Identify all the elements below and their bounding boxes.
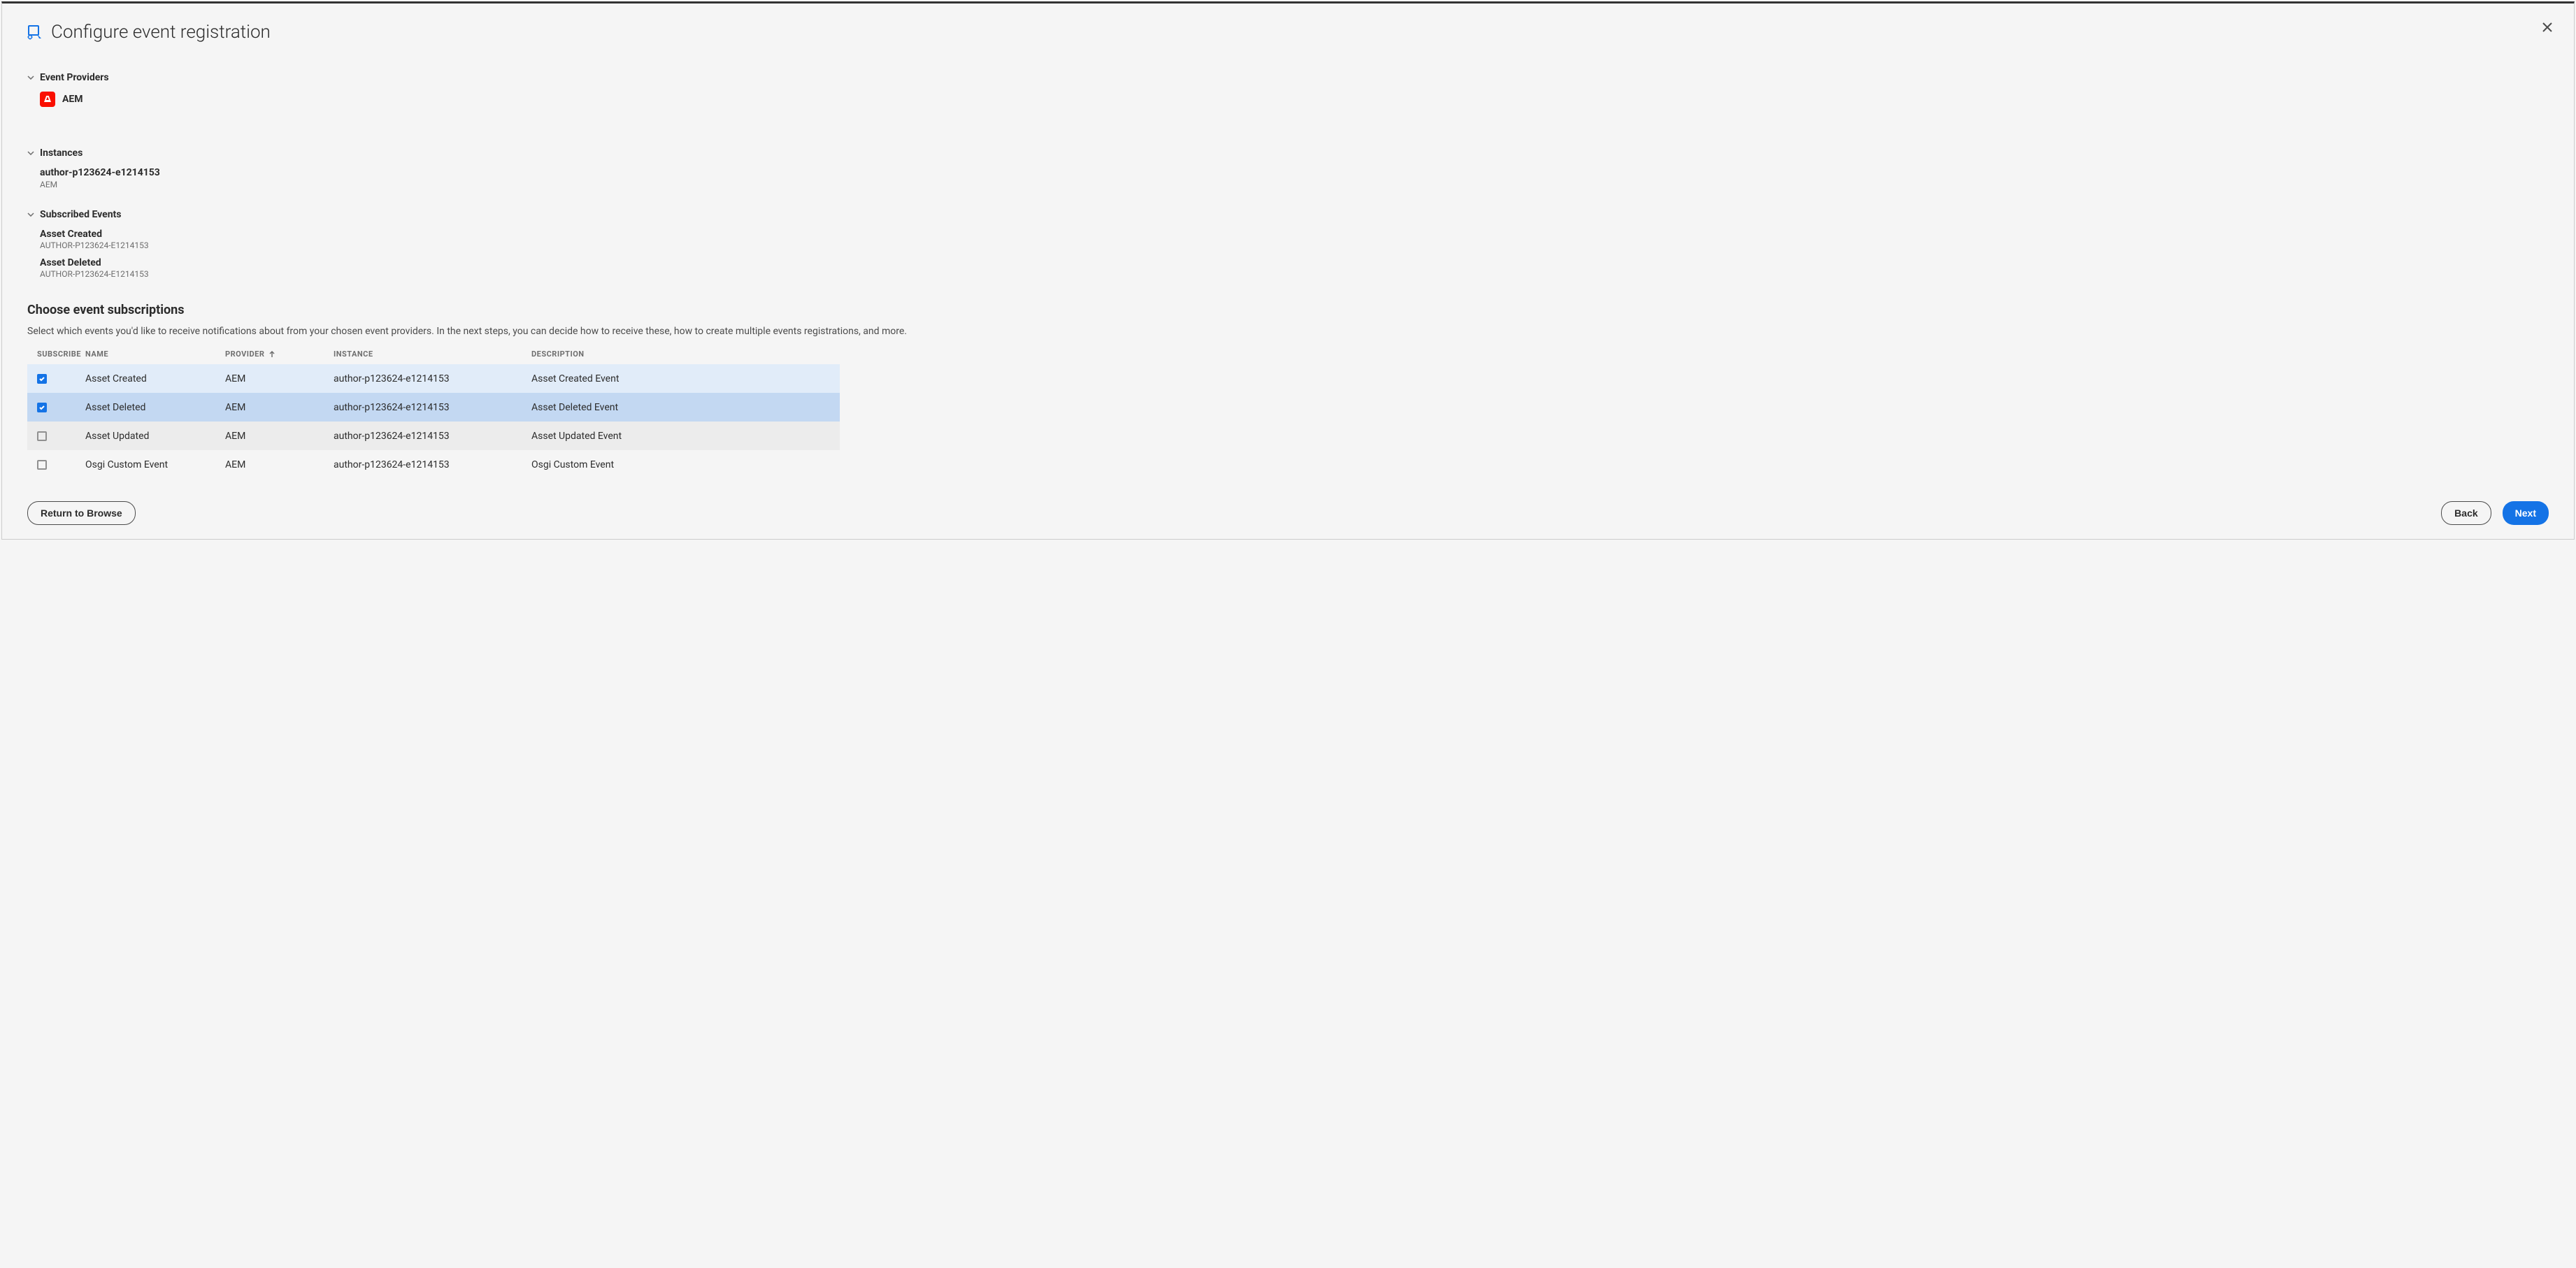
instance-sub: AEM xyxy=(40,180,2549,189)
section-instances: Instances author-p123624-e1214153 AEM xyxy=(27,147,2549,189)
subscribe-checkbox[interactable] xyxy=(37,403,47,412)
cell-provider: AEM xyxy=(225,373,334,384)
table-row[interactable]: Asset Updated AEM author-p123624-e121415… xyxy=(27,422,840,450)
instance-item: author-p123624-e1214153 AEM xyxy=(40,167,2549,189)
table-row[interactable]: Asset Deleted AEM author-p123624-e121415… xyxy=(27,393,840,422)
dialog-footer: Return to Browse Back Next xyxy=(2,487,2574,539)
cell-provider: AEM xyxy=(225,431,334,442)
subscribed-event-item: Asset Deleted AUTHOR-P123624-E1214153 xyxy=(40,257,2549,279)
subscribed-event-name: Asset Created xyxy=(40,229,2549,240)
instance-name: author-p123624-e1214153 xyxy=(40,167,2549,178)
cell-provider: AEM xyxy=(225,459,334,470)
subscribed-event-sub: AUTHOR-P123624-E1214153 xyxy=(40,240,2549,250)
th-provider[interactable]: PROVIDER xyxy=(225,350,334,359)
dialog-title: Configure event registration xyxy=(51,22,271,43)
th-description[interactable]: DESCRIPTION xyxy=(531,350,840,359)
back-button[interactable]: Back xyxy=(2441,501,2491,525)
chevron-down-icon xyxy=(27,74,34,81)
subscribe-checkbox[interactable] xyxy=(37,374,47,384)
cell-instance: author-p123624-e1214153 xyxy=(334,373,531,384)
section-event-providers: Event Providers AEM xyxy=(27,72,2549,107)
th-instance[interactable]: INSTANCE xyxy=(334,350,531,359)
provider-item: AEM xyxy=(40,92,2549,107)
subscribe-checkbox[interactable] xyxy=(37,460,47,470)
table-body: Asset Created AEM author-p123624-e121415… xyxy=(27,364,840,479)
choose-subscriptions-description: Select which events you'd like to receiv… xyxy=(27,326,2549,337)
dialog-content: Event Providers AEM Instance xyxy=(2,72,2574,479)
section-title: Event Providers xyxy=(40,72,109,83)
adobe-aem-icon xyxy=(40,92,55,107)
sort-ascending-icon xyxy=(269,351,276,358)
table-header: SUBSCRIBE NAME PROVIDER INSTANCE DESCRIP… xyxy=(27,350,840,364)
th-name[interactable]: NAME xyxy=(85,350,225,359)
subscribed-event-item: Asset Created AUTHOR-P123624-E1214153 xyxy=(40,229,2549,250)
choose-subscriptions-title: Choose event subscriptions xyxy=(27,303,2549,317)
cell-instance: author-p123624-e1214153 xyxy=(334,402,531,413)
cell-name: Asset Deleted xyxy=(85,402,225,413)
section-subscribed-events: Subscribed Events Asset Created AUTHOR-P… xyxy=(27,209,2549,279)
cell-provider: AEM xyxy=(225,402,334,413)
section-title: Subscribed Events xyxy=(40,209,121,220)
return-to-browse-button[interactable]: Return to Browse xyxy=(27,501,136,525)
cell-name: Asset Updated xyxy=(85,431,225,442)
section-title: Instances xyxy=(40,147,83,159)
table-row[interactable]: Osgi Custom Event AEM author-p123624-e12… xyxy=(27,450,840,479)
dialog-header: Configure event registration xyxy=(2,3,2574,51)
cell-instance: author-p123624-e1214153 xyxy=(334,431,531,442)
cell-name: Osgi Custom Event xyxy=(85,459,225,470)
cell-name: Asset Created xyxy=(85,373,225,384)
subscribed-event-sub: AUTHOR-P123624-E1214153 xyxy=(40,269,2549,279)
subscribe-checkbox[interactable] xyxy=(37,431,47,441)
th-provider-label: PROVIDER xyxy=(225,350,264,359)
events-table: SUBSCRIBE NAME PROVIDER INSTANCE DESCRIP… xyxy=(27,350,840,479)
close-button[interactable] xyxy=(2540,20,2554,34)
configure-icon xyxy=(27,24,43,40)
cell-instance: author-p123624-e1214153 xyxy=(334,459,531,470)
chevron-down-icon xyxy=(27,211,34,218)
th-subscribe[interactable]: SUBSCRIBE xyxy=(27,350,85,359)
section-header-event-providers[interactable]: Event Providers xyxy=(27,72,2549,83)
cell-description: Osgi Custom Event xyxy=(531,459,840,470)
table-row[interactable]: Asset Created AEM author-p123624-e121415… xyxy=(27,364,840,393)
dialog: Configure event registration Event Provi… xyxy=(1,1,2575,540)
section-header-subscribed-events[interactable]: Subscribed Events xyxy=(27,209,2549,220)
section-header-instances[interactable]: Instances xyxy=(27,147,2549,159)
cell-description: Asset Created Event xyxy=(531,373,840,384)
cell-description: Asset Updated Event xyxy=(531,431,840,442)
chevron-down-icon xyxy=(27,150,34,157)
provider-name: AEM xyxy=(62,94,83,105)
next-button[interactable]: Next xyxy=(2503,501,2549,525)
cell-description: Asset Deleted Event xyxy=(531,402,840,413)
subscribed-event-name: Asset Deleted xyxy=(40,257,2549,268)
